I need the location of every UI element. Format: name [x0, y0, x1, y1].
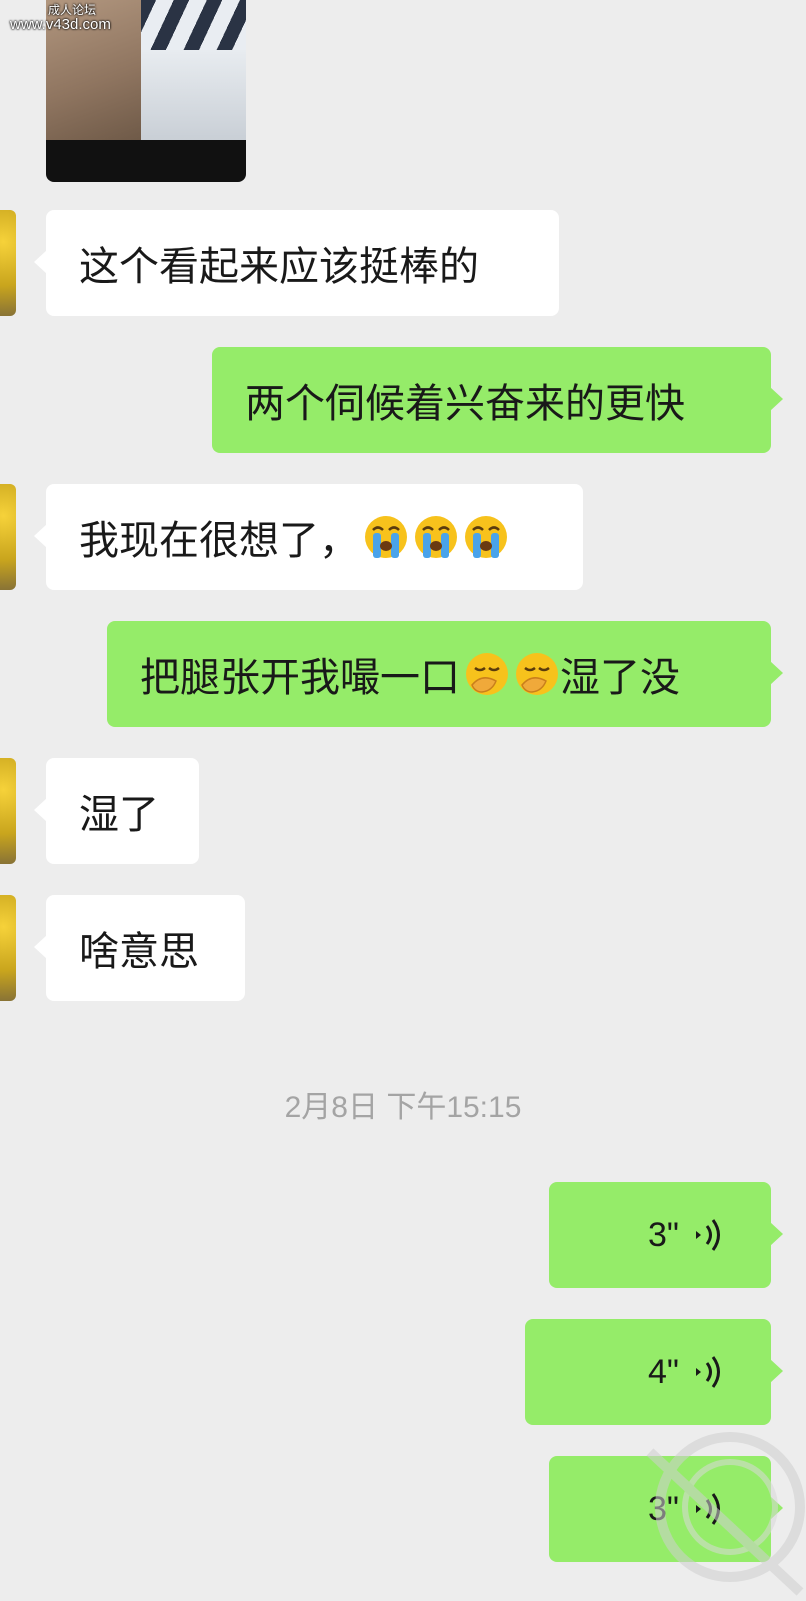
loudly-crying-face-icon	[415, 516, 457, 558]
watermark-line-2: www.v43d.com	[10, 16, 111, 34]
loudly-crying-face-icon	[465, 516, 507, 558]
contact-avatar[interactable]	[0, 758, 16, 864]
voice-duration: 4"	[648, 1352, 679, 1391]
voice-message[interactable]: 3"	[549, 1182, 783, 1288]
watermark-logo-icon	[646, 1432, 805, 1596]
message-text: 湿了	[79, 792, 159, 838]
incoming-message[interactable]: 湿了	[34, 758, 199, 864]
voice-duration: 3"	[648, 1215, 679, 1254]
contact-avatar[interactable]	[0, 895, 16, 1001]
incoming-message[interactable]: 啥意思	[34, 895, 245, 1001]
incoming-message[interactable]: 我现在很想了，	[34, 484, 583, 590]
hand-over-mouth-face-icon	[516, 653, 558, 695]
contact-avatar[interactable]	[0, 484, 16, 590]
loudly-crying-face-icon	[365, 516, 407, 558]
contact-avatar[interactable]	[0, 210, 16, 316]
message-text: 这个看起来应该挺棒的	[79, 244, 479, 290]
message-text: 我现在很想了，	[79, 518, 359, 564]
voice-message[interactable]: 4"	[525, 1319, 783, 1425]
site-watermark: 成人论坛 www.v43d.com	[10, 3, 111, 34]
message-text: 两个伺候着兴奋来的更快	[245, 381, 685, 427]
incoming-message[interactable]: 这个看起来应该挺棒的	[34, 210, 559, 316]
message-text: 湿了没	[560, 655, 680, 701]
outgoing-message[interactable]: 两个伺候着兴奋来的更快	[212, 347, 783, 453]
voice-wave-icon	[696, 1219, 720, 1251]
message-text: 把腿张开我嘬一口	[140, 655, 460, 701]
hand-over-mouth-face-icon	[466, 653, 508, 695]
chat-timestamp: 2月8日 下午15:15	[284, 1091, 522, 1124]
voice-wave-icon	[696, 1356, 720, 1388]
message-text: 啥意思	[79, 929, 199, 975]
chat-screen: 成人论坛 www.v43d.com 这个看起来应该挺棒的 两个伺候着兴奋来的更快…	[0, 0, 806, 1601]
outgoing-message[interactable]: 把腿张开我嘬一口 湿了没	[107, 621, 783, 727]
